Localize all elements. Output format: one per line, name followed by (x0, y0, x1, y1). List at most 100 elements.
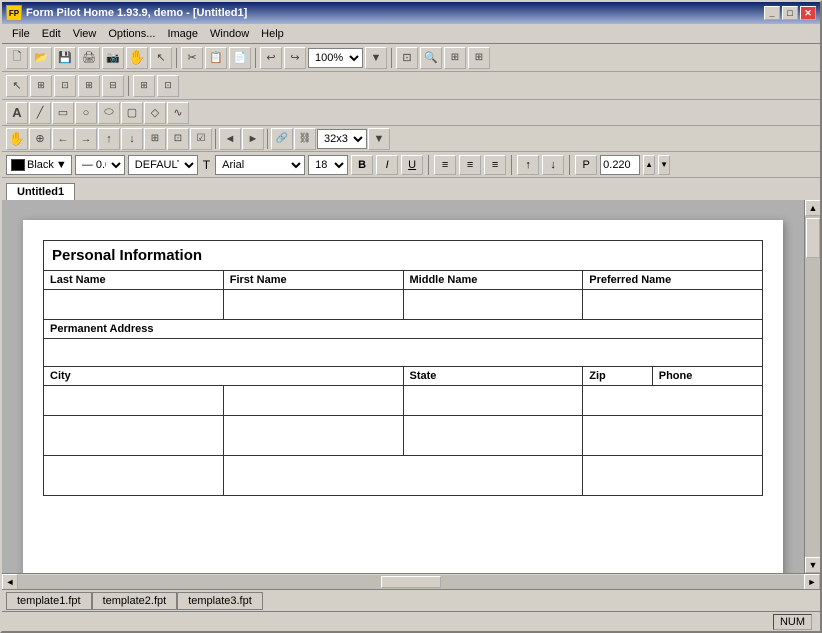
bottom-tab-2[interactable]: template2.fpt (92, 592, 178, 610)
style-select[interactable]: DEFAULT BOLD ITALIC (128, 155, 198, 175)
align-center-btn[interactable]: ≡ (459, 155, 481, 175)
bottom-tab-3[interactable]: template3.fpt (177, 592, 263, 610)
bold-btn[interactable]: B (351, 155, 373, 175)
roundrect-tool[interactable]: ▢ (121, 102, 143, 124)
inner-close-btn[interactable]: ✕ (800, 6, 816, 20)
inner-minimize-btn[interactable]: _ (764, 6, 780, 20)
zoom-out-btn[interactable]: ⊞ (444, 47, 466, 69)
menu-view[interactable]: View (67, 26, 103, 42)
select-btn[interactable]: ↖ (6, 75, 28, 97)
cut-btn[interactable]: ✂ (181, 47, 203, 69)
inner-maximize-btn[interactable]: □ (782, 6, 798, 20)
align-left-tool[interactable]: ⊞ (30, 75, 52, 97)
link-btn[interactable]: 🔗 (271, 128, 293, 150)
menu-file[interactable]: File (6, 26, 36, 42)
color-picker-btn[interactable]: Black ▼ (6, 155, 72, 175)
nav-prev-btn[interactable]: ◄ (219, 128, 241, 150)
nav-next-btn[interactable]: ► (242, 128, 264, 150)
text-up-btn[interactable]: ↑ (517, 155, 539, 175)
rect-tool[interactable]: ▭ (52, 102, 74, 124)
grid-btn[interactable]: ⊞ (468, 47, 490, 69)
undo-btn[interactable]: ↩ (260, 47, 282, 69)
scroll-up-btn[interactable]: ▲ (805, 200, 820, 216)
ellipse-tool[interactable]: ⬭ (98, 102, 120, 124)
hand2-tool[interactable]: ✋ (6, 128, 28, 150)
bottom-tab-1[interactable]: template1.fpt (6, 592, 92, 610)
unlink-btn[interactable]: ⛓ (294, 128, 316, 150)
grid-size-dropdown[interactable]: ▼ (368, 128, 390, 150)
zoom-select[interactable]: 100% 50% 75% 125% 150% 200% (308, 48, 363, 68)
text-down-btn[interactable]: ↓ (542, 155, 564, 175)
hscroll-right-btn[interactable]: ► (804, 574, 820, 590)
spacing-up-btn[interactable]: ▲ (643, 155, 655, 175)
zoom-dropdown-btn[interactable]: ▼ (365, 47, 387, 69)
checkbox-tool[interactable]: ☑ (190, 128, 212, 150)
font-select[interactable]: Arial Times New Roman Courier Verdana (215, 155, 305, 175)
main-content-row: Personal Information Last Name First Nam… (2, 200, 820, 573)
move-tool[interactable]: ⊕ (29, 128, 51, 150)
num-lock-indicator: NUM (773, 614, 812, 630)
underline-btn[interactable]: U (401, 155, 423, 175)
canvas-area[interactable]: Personal Information Last Name First Nam… (2, 200, 804, 573)
paste-btn[interactable]: 📄 (229, 47, 251, 69)
align-center-tool[interactable]: ⊡ (54, 75, 76, 97)
scan-btn[interactable]: 📷 (102, 47, 124, 69)
menu-window[interactable]: Window (204, 26, 255, 42)
hscroll-track[interactable] (18, 575, 804, 589)
horizontal-scrollbar: ◄ ► (2, 573, 820, 589)
dist-h-btn[interactable]: ⊞ (133, 75, 155, 97)
color-swatch (11, 159, 25, 171)
print-btn[interactable]: 🖨 (78, 47, 100, 69)
hscroll-thumb[interactable] (381, 576, 441, 588)
extra-row-2 (44, 456, 763, 496)
stamp-tool[interactable]: ⊞ (144, 128, 166, 150)
circle-tool[interactable]: ○ (75, 102, 97, 124)
align-top-tool[interactable]: ⊟ (102, 75, 124, 97)
italic-btn[interactable]: I (376, 155, 398, 175)
font-icon: T (203, 158, 210, 172)
arrow-left-tool[interactable]: ← (52, 128, 74, 150)
poly-tool[interactable]: ◇ (144, 102, 166, 124)
align-right-tool[interactable]: ⊞ (78, 75, 100, 97)
align-right-btn[interactable]: ≡ (484, 155, 506, 175)
menu-options[interactable]: Options... (102, 26, 161, 42)
zoom-in-btn[interactable]: 🔍 (420, 47, 442, 69)
state-data-cell (403, 386, 583, 416)
cursor-btn[interactable]: ↖ (150, 47, 172, 69)
hand-btn[interactable]: ✋ (126, 47, 148, 69)
scroll-track[interactable] (805, 216, 820, 557)
open-btn[interactable]: 📂 (30, 47, 52, 69)
redo-btn[interactable]: ↪ (284, 47, 306, 69)
city-row: City State Zip Phone (44, 367, 763, 386)
text-tool[interactable]: A (6, 102, 28, 124)
line-tool[interactable]: ╱ (29, 102, 51, 124)
save-btn[interactable]: 💾 (54, 47, 76, 69)
menu-help[interactable]: Help (255, 26, 290, 42)
line-width-select[interactable]: — 0.02" — 0.01" — 0.03" — 0.05" (75, 155, 125, 175)
scroll-thumb[interactable] (806, 218, 820, 258)
dist-v-btn[interactable]: ⊡ (157, 75, 179, 97)
paragraph-btn[interactable]: P (575, 155, 597, 175)
menu-image[interactable]: Image (161, 26, 204, 42)
spacing-down-btn[interactable]: ▼ (658, 155, 670, 175)
arrow-up-tool[interactable]: ↑ (98, 128, 120, 150)
hscroll-left-btn[interactable]: ◄ (2, 574, 18, 590)
extra-cell-2 (223, 416, 403, 456)
scroll-down-btn[interactable]: ▼ (805, 557, 820, 573)
clone-tool[interactable]: ⊡ (167, 128, 189, 150)
fit-page-btn[interactable]: ⊡ (396, 47, 418, 69)
arrow-down-tool[interactable]: ↓ (121, 128, 143, 150)
spacing-input[interactable] (600, 155, 640, 175)
font-size-select[interactable]: 18 81012 141620 242836 (308, 155, 348, 175)
grid-size-select[interactable]: 32x32 16x16 8x8 (317, 129, 367, 149)
wave-tool[interactable]: ∿ (167, 102, 189, 124)
menu-edit[interactable]: Edit (36, 26, 67, 42)
bottom-tabs: template1.fpt template2.fpt template3.fp… (2, 589, 820, 611)
new-btn[interactable]: 🗋 (6, 47, 28, 69)
tab-untitled1[interactable]: Untitled1 (6, 183, 75, 201)
align-left-btn[interactable]: ≡ (434, 155, 456, 175)
middle-name-cell (403, 290, 583, 320)
copy-btn[interactable]: 📋 (205, 47, 227, 69)
preferred-name-cell (583, 290, 763, 320)
arrow-right-tool[interactable]: → (75, 128, 97, 150)
